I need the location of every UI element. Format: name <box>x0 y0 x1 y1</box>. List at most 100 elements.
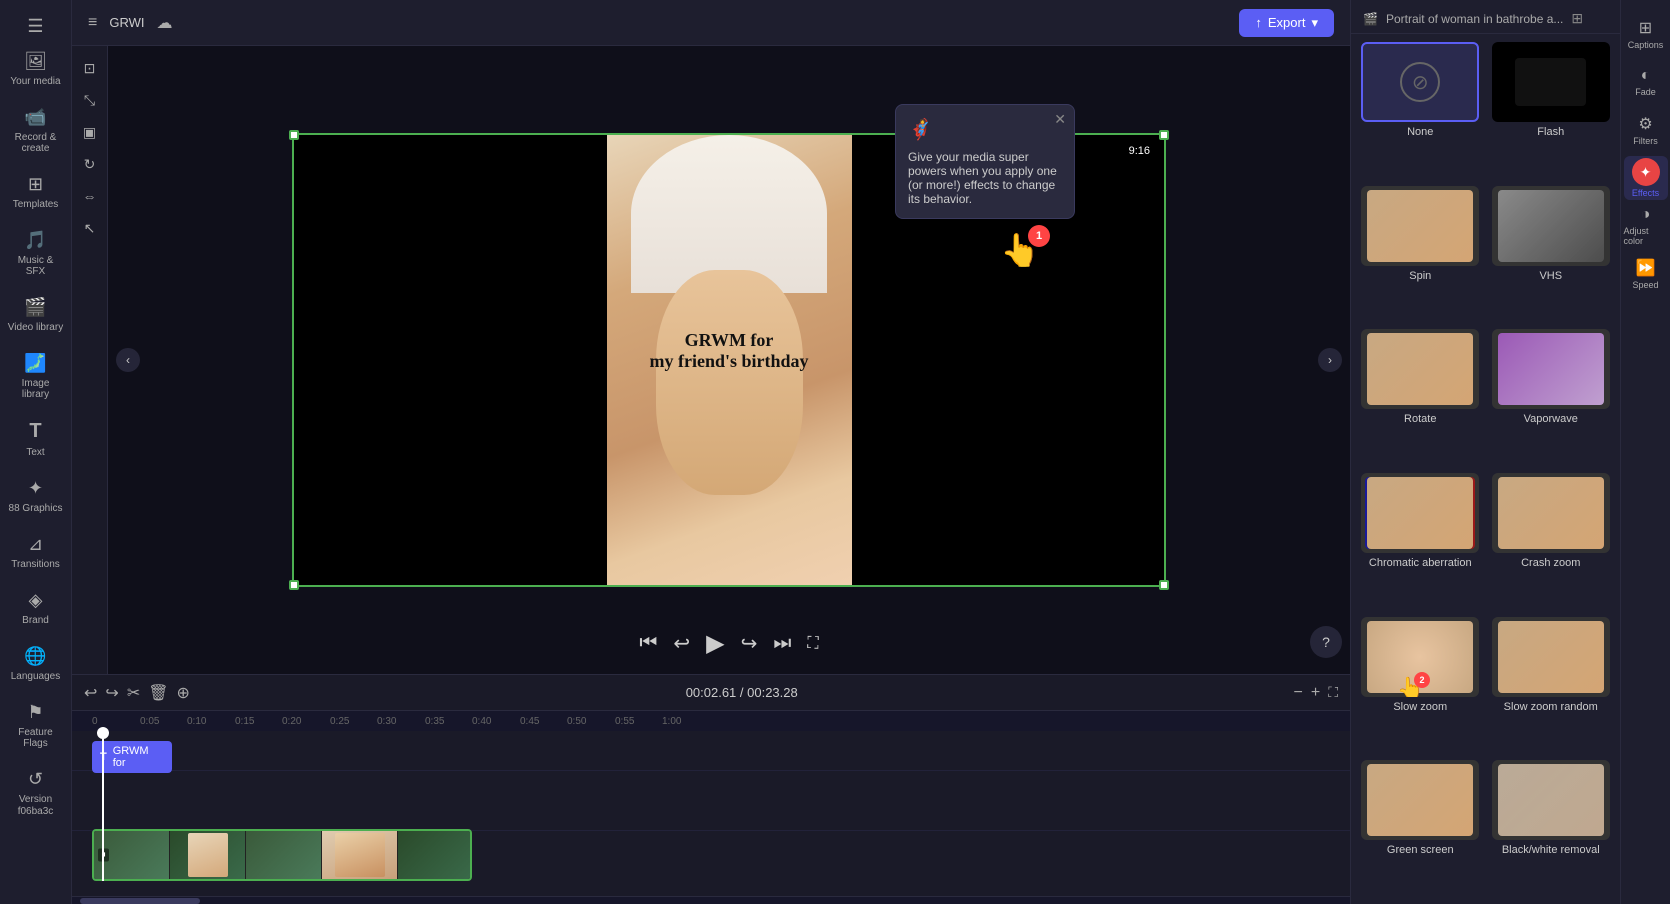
speed-icon: ⏩ <box>1636 258 1656 278</box>
fit-button[interactable]: ⛶ <box>1328 684 1338 701</box>
effect-spin[interactable]: Spin <box>1359 186 1482 322</box>
effect-slow-zoom-random-thumb <box>1492 617 1610 697</box>
canvas-area: ‹ <box>108 46 1350 674</box>
effect-slow-zoom-label: Slow zoom <box>1393 701 1447 713</box>
topbar: ≡ GRWI ☁ ↑ Export ▾ <box>72 0 1350 46</box>
handle-top-right[interactable] <box>1159 130 1169 140</box>
rotate-tool[interactable]: ↻ <box>76 150 104 178</box>
sidebar-item-record-create[interactable]: 📹 Record &create <box>4 99 68 162</box>
timeline-track-area[interactable]: 0 0:05 0:10 0:15 0:20 0:25 0:30 0:35 0:4… <box>72 711 1350 896</box>
effect-slow-zoom-random[interactable]: Slow zoom random <box>1490 617 1613 753</box>
zoom-controls: − + ⛶ <box>1294 684 1339 702</box>
handle-top-left[interactable] <box>289 130 299 140</box>
sidebar-item-languages[interactable]: 🌐 Languages <box>4 638 68 690</box>
rt-speed[interactable]: ⏩ Speed <box>1624 252 1668 296</box>
ruler-mark-45: 0:45 <box>520 711 539 731</box>
color-icon: ◑ <box>1641 206 1651 224</box>
handle-bottom-left[interactable] <box>289 580 299 590</box>
sidebar-item-brand[interactable]: ◈ Brand <box>4 582 68 634</box>
export-button[interactable]: ↑ Export ▾ <box>1239 9 1334 37</box>
sidebar-item-your-media[interactable]: 🖼 Your media <box>4 43 68 95</box>
monitor-tool[interactable]: ▣ <box>76 118 104 146</box>
sidebar-item-transitions[interactable]: ⊿ Transitions <box>4 526 68 578</box>
hamburger-menu[interactable]: ☰ <box>27 16 43 37</box>
project-title[interactable]: GRWI <box>109 15 144 30</box>
zoom-in-button[interactable]: + <box>1311 684 1320 702</box>
collapse-left-button[interactable]: ‹ <box>116 348 140 372</box>
image-library-icon: 🗾 <box>24 353 46 374</box>
effect-none[interactable]: ⊘ None <box>1359 42 1482 178</box>
right-panel-header: 🎬 Portrait of woman in bathrobe a... ⊞ <box>1351 0 1620 34</box>
arrow-tool[interactable]: ↖ <box>76 214 104 242</box>
main-area: ≡ GRWI ☁ ↑ Export ▾ ⊡ ⤡ ▣ ↻ ⇔ ↖ ‹ <box>72 0 1350 904</box>
sidebar-item-text[interactable]: T Text <box>4 412 68 466</box>
effect-rotate-face <box>1367 333 1473 405</box>
handle-bottom-right[interactable] <box>1159 580 1169 590</box>
mirror-tool[interactable]: ⇔ <box>76 182 104 210</box>
help-button[interactable]: ? <box>1310 626 1342 658</box>
effect-slow-zoom[interactable]: 👆 2 Slow zoom <box>1359 617 1482 753</box>
video-content: GRWM for my friend's birthday <box>607 135 852 585</box>
effect-rotate[interactable]: Rotate <box>1359 329 1482 465</box>
play-button[interactable]: ▶ <box>706 629 724 658</box>
rewind-button[interactable]: ↩ <box>673 631 690 656</box>
cloud-icon[interactable]: ☁ <box>157 13 173 33</box>
sidebar-item-graphics[interactable]: ✦ 88 Graphics <box>4 470 68 522</box>
zoom-out-button[interactable]: − <box>1294 684 1303 702</box>
effect-green-screen-thumb <box>1361 760 1479 840</box>
timeline-scrollbar[interactable] <box>72 896 1350 904</box>
sidebar-item-video-library[interactable]: 🎬 Video library <box>4 289 68 341</box>
tooltip-close-button[interactable]: ✕ <box>1054 111 1066 128</box>
resize-tool[interactable]: ⤡ <box>76 86 104 114</box>
languages-icon: 🌐 <box>24 646 46 667</box>
skip-back-button[interactable]: ⏮ <box>639 632 657 655</box>
crop-tool[interactable]: ⊡ <box>76 54 104 82</box>
sidebar-item-label: Your media <box>10 76 60 87</box>
playback-controls: ⏮ ↩ ▶ ↪ ⏭ ⛶ <box>639 629 818 658</box>
menu-icon[interactable]: ≡ <box>88 14 97 32</box>
effect-flash[interactable]: Flash <box>1490 42 1613 178</box>
sidebar-item-templates[interactable]: ⊞ Templates <box>4 166 68 218</box>
delete-button[interactable]: 🗑 <box>148 683 168 703</box>
effect-chromatic-label: Chromatic aberration <box>1369 557 1472 569</box>
rt-effects[interactable]: ✦ Effects <box>1624 156 1668 200</box>
redo-button[interactable]: ↪ <box>105 683 118 703</box>
sidebar-item-image-library[interactable]: 🗾 Image library <box>4 345 68 408</box>
sidebar-item-label: Versionf06ba3c <box>18 794 54 818</box>
filters-icon: ⚙ <box>1638 114 1652 134</box>
rt-filters[interactable]: ⚙ Filters <box>1624 108 1668 152</box>
duplicate-button[interactable]: ⊕ <box>177 683 190 703</box>
rt-filters-label: Filters <box>1633 136 1658 146</box>
collapse-right-button[interactable]: › <box>1318 348 1342 372</box>
video-text-line1: GRWM for <box>649 330 808 351</box>
fullscreen-button[interactable]: ⛶ <box>807 635 818 653</box>
effect-black-white-removal[interactable]: Black/white removal <box>1490 760 1613 896</box>
cut-button[interactable]: ✂ <box>127 683 140 703</box>
sidebar-item-version[interactable]: ↺ Versionf06ba3c <box>4 761 68 826</box>
ruler-mark-5: 0:05 <box>140 711 159 731</box>
fast-forward-button[interactable]: ↪ <box>741 631 758 656</box>
effect-crash-zoom[interactable]: Crash zoom <box>1490 473 1613 609</box>
undo-button[interactable]: ↩ <box>84 683 97 703</box>
rt-fade[interactable]: ◐ Fade <box>1624 60 1668 104</box>
rt-captions[interactable]: ⊞ Captions <box>1624 12 1668 56</box>
sidebar-item-label: Brand <box>22 615 49 626</box>
effect-vaporwave[interactable]: Vaporwave <box>1490 329 1613 465</box>
playhead[interactable] <box>102 731 104 881</box>
effect-slow-zoom-thumb: 👆 2 <box>1361 617 1479 697</box>
rt-color[interactable]: ◑ Adjust color <box>1624 204 1668 248</box>
export-icon: ↑ <box>1255 15 1262 30</box>
effect-chromatic-aberration[interactable]: Chromatic aberration <box>1359 473 1482 609</box>
effect-vhs-thumb <box>1492 186 1610 266</box>
effect-vhs[interactable]: VHS <box>1490 186 1613 322</box>
effect-vaporwave-thumb <box>1492 329 1610 409</box>
effect-crash-thumb <box>1492 473 1610 553</box>
effect-green-screen[interactable]: Green screen <box>1359 760 1482 896</box>
text-track-clip[interactable]: T GRWM for <box>92 741 172 773</box>
video-track-clip[interactable]: ⏸ <box>92 829 472 881</box>
sidebar-item-music-sfx[interactable]: 🎵 Music & SFX <box>4 222 68 285</box>
skip-forward-button[interactable]: ⏭ <box>773 632 791 655</box>
ruler-mark-30: 0:30 <box>377 711 396 731</box>
sidebar-item-feature-flags[interactable]: ⚑ Feature Flags <box>4 694 68 757</box>
no-effect-icon: ⊘ <box>1400 62 1440 102</box>
